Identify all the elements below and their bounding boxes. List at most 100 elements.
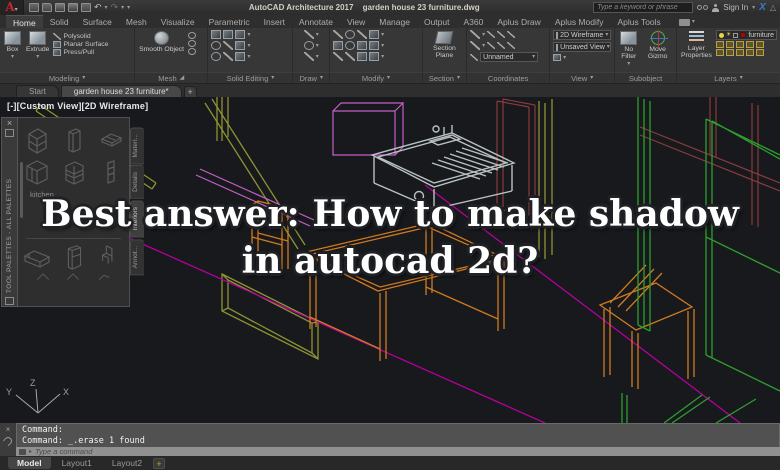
search-input[interactable]	[593, 2, 694, 13]
view-name-dropdown[interactable]: Unsaved View ▾	[553, 42, 612, 52]
extrude-button[interactable]: Extrude ▾	[25, 30, 50, 61]
panel-label-modify[interactable]: Modify ▾	[330, 72, 422, 83]
ribbon-tab-manage[interactable]: Manage	[372, 15, 417, 28]
palette-properties-icon[interactable]	[5, 297, 14, 305]
planar-surface-button[interactable]: Planar Surface	[53, 41, 108, 48]
viewport-config-icon[interactable]	[553, 54, 562, 61]
command-input[interactable]	[35, 447, 777, 456]
ribbon-tab-aplus-tools[interactable]: Aplus Tools	[610, 15, 667, 28]
ucs-z-icon[interactable]	[507, 31, 516, 38]
drawing-canvas[interactable]: Y Z X [-][Custom View][2D Wireframe] × T…	[0, 97, 780, 423]
trim-icon[interactable]	[357, 30, 368, 39]
palette-autohide-icon[interactable]	[5, 129, 14, 137]
subtract-icon[interactable]	[223, 30, 234, 39]
offset-edge-icon[interactable]	[235, 52, 246, 61]
circle-icon[interactable]	[303, 41, 314, 50]
tool-tall-cabinet-icon[interactable]	[61, 124, 87, 156]
search-binoculars-icon[interactable]	[697, 5, 709, 10]
layer-unlock-icon[interactable]	[755, 49, 764, 56]
help-icon[interactable]: △	[770, 3, 776, 12]
layer-dropdown[interactable]: ☀ furniture	[715, 30, 777, 40]
layer-lock2-icon[interactable]	[745, 49, 754, 56]
array-icon[interactable]	[357, 52, 368, 61]
slice-icon[interactable]	[211, 41, 222, 50]
sign-in-button[interactable]: Sign In	[723, 3, 748, 12]
ucs-world-icon[interactable]	[487, 31, 496, 38]
visual-style-dropdown[interactable]: 2D Wireframe ▾	[553, 30, 612, 40]
smooth-object-button[interactable]: Smooth Object	[138, 30, 185, 54]
save-as-icon[interactable]	[68, 3, 78, 12]
palette-close-icon[interactable]: ×	[7, 119, 12, 128]
panel-label-solid-editing[interactable]: Solid Editing ▾	[208, 72, 293, 83]
line-icon[interactable]	[303, 30, 314, 39]
command-close-icon[interactable]: ×	[6, 426, 11, 434]
redo-caret-icon[interactable]: ▾	[121, 5, 124, 11]
print-icon[interactable]	[81, 3, 91, 12]
layer-make-current-icon[interactable]	[715, 49, 724, 56]
tool-base-cabinet-icon[interactable]	[24, 156, 50, 188]
layer-properties-button[interactable]: Layer Properties	[680, 30, 713, 60]
ucs-view-icon[interactable]	[497, 42, 506, 49]
stretch-icon[interactable]	[357, 41, 368, 50]
no-filter-button[interactable]: No Filter ▾	[618, 30, 639, 68]
explode-icon[interactable]	[345, 52, 356, 61]
polysolid-button[interactable]: Polysolid	[53, 33, 108, 40]
rotate-icon[interactable]	[345, 30, 356, 39]
redo-icon[interactable]: ↷	[111, 3, 119, 12]
ucs-previous-icon[interactable]	[470, 41, 481, 50]
tool-sink-tray-icon[interactable]	[98, 124, 124, 156]
fillet-icon[interactable]	[369, 30, 380, 39]
union-icon[interactable]	[211, 30, 222, 39]
scale-icon[interactable]	[369, 41, 380, 50]
ribbon-tab-view[interactable]: View	[340, 15, 372, 28]
file-tab-drawing[interactable]: garden house 23 furniture*	[60, 85, 182, 97]
mesh-crease-icon[interactable]	[188, 48, 197, 55]
erase-icon[interactable]	[333, 52, 344, 61]
ribbon-tab-aplus-modify[interactable]: Aplus Modify	[548, 15, 611, 28]
thicken-icon[interactable]	[235, 41, 246, 50]
layer-match-icon[interactable]	[755, 41, 764, 48]
panel-label-modeling[interactable]: Modeling ▾	[0, 72, 135, 83]
ribbon-tab-mesh[interactable]: Mesh	[119, 15, 154, 28]
panel-label-view[interactable]: View ▾	[550, 72, 615, 83]
app-menu-button[interactable]: A▾	[0, 0, 24, 15]
ucs-origin-icon[interactable]	[497, 31, 506, 38]
interfere-icon[interactable]	[223, 41, 234, 50]
panel-label-mesh[interactable]: Mesh ◢	[135, 72, 208, 83]
ribbon-tab-a360[interactable]: A360	[456, 15, 490, 28]
ucs-face-icon[interactable]	[487, 42, 496, 49]
layer-walk-icon[interactable]	[735, 49, 744, 56]
imprint-icon[interactable]	[223, 52, 234, 61]
offset-icon[interactable]	[369, 52, 380, 61]
intersect-icon[interactable]	[235, 30, 246, 39]
sign-in-caret-icon[interactable]: ▾	[752, 5, 755, 11]
undo-icon[interactable]: ↶	[94, 3, 102, 12]
layer-freeze-icon[interactable]	[735, 41, 744, 48]
file-tab-start[interactable]: Start	[16, 85, 59, 97]
layer-unisolate-icon[interactable]	[725, 41, 734, 48]
viewport-controls[interactable]: [-][Custom View][2D Wireframe]	[7, 101, 148, 111]
mesh-refine-icon[interactable]	[188, 32, 197, 39]
ribbon-display-toggle[interactable]: ▾	[672, 15, 702, 28]
exchange-apps-icon[interactable]: X	[759, 2, 766, 13]
ucs-named-icon[interactable]	[470, 53, 479, 61]
ribbon-tab-output[interactable]: Output	[417, 15, 457, 28]
panel-label-coordinates[interactable]: Coordinates	[467, 72, 550, 83]
palette-tab-materials[interactable]: Materi...	[130, 127, 144, 165]
panel-label-layers[interactable]: Layers ▾	[676, 72, 780, 83]
layout-tab-layout1[interactable]: Layout1	[53, 457, 101, 469]
section-plane-button[interactable]: Section Plane	[426, 30, 463, 60]
tool-shelf-icon[interactable]	[98, 156, 124, 188]
tool-drawer-unit-icon[interactable]	[61, 156, 87, 188]
qat-customize-icon[interactable]: ▾	[127, 5, 130, 11]
panel-label-subobject[interactable]: Subobject	[615, 72, 676, 83]
ucs-named-dropdown[interactable]: Unnamed ▾	[480, 52, 539, 62]
tool-cabinet-icon[interactable]	[24, 124, 50, 156]
new-layout-button[interactable]: +	[153, 457, 166, 469]
box-button[interactable]: Box ▾	[3, 30, 22, 61]
open-file-icon[interactable]	[42, 3, 52, 12]
ribbon-tab-surface[interactable]: Surface	[76, 15, 119, 28]
ribbon-tab-aplus-draw[interactable]: Aplus Draw	[490, 15, 547, 28]
new-file-icon[interactable]	[29, 3, 39, 12]
copy-icon[interactable]	[333, 41, 344, 50]
